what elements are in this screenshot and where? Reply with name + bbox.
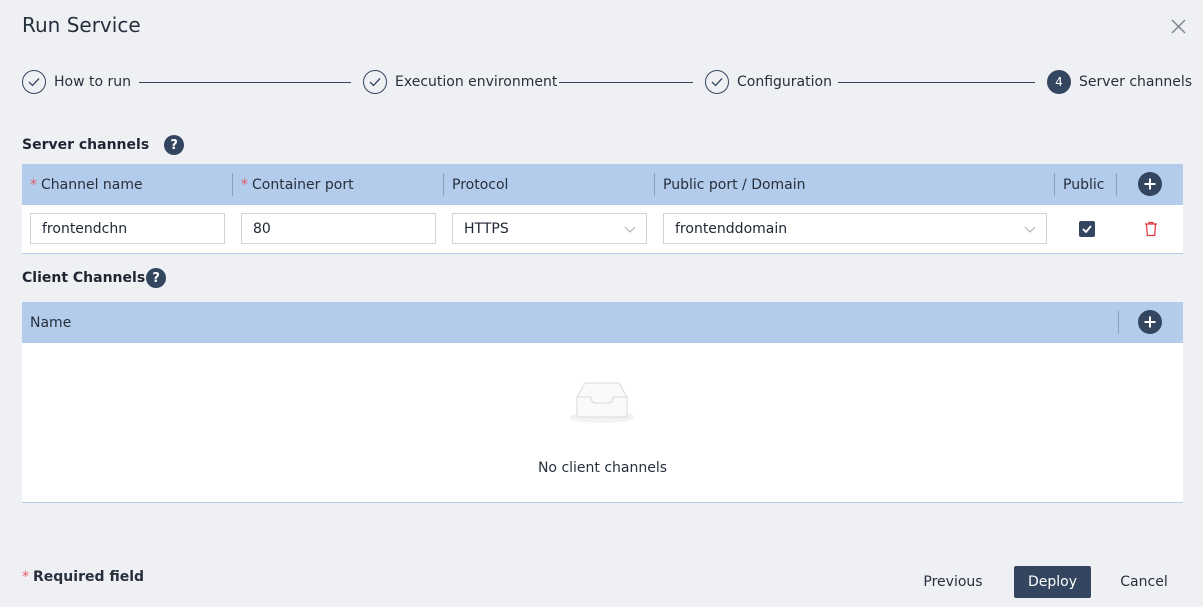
chevron-down-icon xyxy=(624,226,636,233)
step-completed-circle xyxy=(705,70,729,94)
previous-button[interactable]: Previous xyxy=(915,566,991,598)
protocol-select[interactable]: HTTPS xyxy=(452,213,647,244)
section-title-text: Client Channels xyxy=(22,270,146,286)
required-marker: * xyxy=(30,176,37,193)
column-separator xyxy=(654,173,655,196)
column-header-public-port-domain: Public port / Domain xyxy=(663,164,806,205)
column-separator xyxy=(1116,173,1117,196)
public-checkbox[interactable] xyxy=(1079,221,1095,237)
required-marker: * xyxy=(241,176,248,193)
plus-icon xyxy=(1144,316,1156,328)
server-channel-row: HTTPS frontenddomain xyxy=(22,205,1183,254)
column-header-channel-name: * Channel name xyxy=(30,164,143,205)
step-number-circle: 4 xyxy=(1047,70,1071,94)
add-server-channel-button[interactable] xyxy=(1138,172,1162,196)
column-separator xyxy=(1118,311,1119,334)
help-icon[interactable]: ? xyxy=(146,268,167,288)
protocol-select-value: HTTPS xyxy=(464,220,509,237)
deploy-button[interactable]: Deploy xyxy=(1014,566,1091,598)
close-button[interactable] xyxy=(1170,18,1187,35)
dialog-title: Run Service xyxy=(22,13,141,37)
column-header-container-port: * Container port xyxy=(241,164,354,205)
step-completed-circle xyxy=(363,70,387,94)
step-label: Execution environment xyxy=(395,74,558,90)
step-connector xyxy=(838,81,1035,83)
column-label: Public xyxy=(1063,176,1105,193)
empty-inbox-icon xyxy=(570,382,634,423)
stepper: How to run Execution environment Configu… xyxy=(22,70,1192,94)
column-label: Public port / Domain xyxy=(663,176,806,193)
public-port-domain-value: frontenddomain xyxy=(675,220,788,237)
section-title-text: Server channels xyxy=(22,137,150,153)
required-field-note: * Required field xyxy=(22,569,144,585)
step-how-to-run[interactable]: How to run xyxy=(22,70,131,94)
close-icon xyxy=(1171,19,1186,34)
column-separator xyxy=(443,173,444,196)
step-label: Configuration xyxy=(737,74,832,90)
cancel-button[interactable]: Cancel xyxy=(1110,566,1178,598)
step-server-channels[interactable]: 4 Server channels xyxy=(1047,70,1192,94)
help-icon[interactable]: ? xyxy=(164,135,185,155)
required-field-text: Required field xyxy=(33,569,145,585)
plus-icon xyxy=(1144,178,1156,190)
column-label: Container port xyxy=(252,176,354,193)
column-header-protocol: Protocol xyxy=(452,164,508,205)
column-header-public: Public xyxy=(1063,164,1104,205)
step-label: How to run xyxy=(54,74,131,90)
container-port-input[interactable] xyxy=(241,213,436,244)
column-label: Channel name xyxy=(41,176,143,193)
add-client-channel-button[interactable] xyxy=(1138,310,1162,334)
check-icon xyxy=(711,78,723,87)
column-header-name: Name xyxy=(30,302,71,343)
checkmark-icon xyxy=(1082,225,1092,233)
delete-row-icon[interactable] xyxy=(1144,221,1158,237)
step-completed-circle xyxy=(22,70,46,94)
server-channels-section-title: Server channels ? xyxy=(22,135,185,155)
empty-state-text: No client channels xyxy=(537,460,668,476)
chevron-down-icon xyxy=(1024,226,1036,233)
client-channels-table-header: Name xyxy=(22,302,1183,343)
client-channels-section-title: Client Channels ? xyxy=(22,268,167,288)
channel-name-input[interactable] xyxy=(30,213,225,244)
step-connector xyxy=(139,81,351,83)
column-label: Name xyxy=(30,314,72,331)
client-channels-empty-state: No client channels xyxy=(22,343,1183,503)
required-marker: * xyxy=(22,569,29,585)
check-icon xyxy=(28,78,40,87)
column-label: Protocol xyxy=(452,176,509,193)
step-configuration[interactable]: Configuration xyxy=(705,70,832,94)
column-separator xyxy=(1054,173,1055,196)
step-connector xyxy=(559,81,693,83)
step-execution-environment[interactable]: Execution environment xyxy=(363,70,557,94)
step-label: Server channels xyxy=(1079,74,1193,90)
check-icon xyxy=(369,78,381,87)
server-channels-table-header: * Channel name * Container port Protocol… xyxy=(22,164,1183,205)
column-separator xyxy=(232,173,233,196)
public-port-domain-select[interactable]: frontenddomain xyxy=(663,213,1047,244)
